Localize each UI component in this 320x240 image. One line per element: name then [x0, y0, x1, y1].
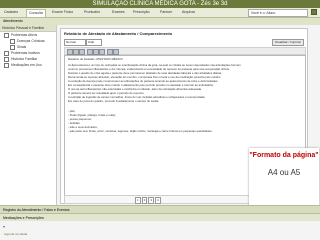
bottom-note: Agenda simulada	[4, 232, 28, 236]
folder-icon	[4, 32, 9, 38]
page-button[interactable]: 1	[135, 197, 141, 204]
window-title: SIMULAÇÃO CLÍNICA MÉDICA GOTA - Zés 3e 3…	[0, 0, 320, 8]
sidebar-item-label: Doenças Crônicas	[17, 39, 45, 43]
folder-icon	[4, 56, 9, 62]
bottom-section-1-label: Registro do Atendimento / Fatos e Evento…	[3, 208, 70, 212]
tab-prescricao[interactable]: Prescrição	[131, 9, 152, 16]
sidebar-item-label: Problemas Ativos	[11, 33, 38, 37]
callout-title: "Formato da página"	[249, 152, 319, 159]
font-select[interactable]: Arial	[86, 39, 102, 46]
page-format-callout: "Formato da página" A4 ou A5	[249, 148, 319, 206]
sidebar-item-label: Sinais	[17, 45, 27, 49]
menu-bar: Cadastro Consulta Exame Físico Prontuári…	[0, 8, 320, 18]
sidebar-item-label: Medicações em Uso	[11, 63, 42, 67]
chevron-down-icon[interactable]: ▾	[3, 224, 5, 229]
sidebar-item[interactable]: Medicações em Uso	[0, 62, 56, 68]
checkbox-icon	[10, 38, 15, 44]
bottom-area: ▾	[0, 221, 320, 240]
tab-arquivar[interactable]: Arquivar	[180, 9, 197, 16]
sub-bar: Atendimento	[0, 18, 320, 25]
sidebar: Histórico Pessoal e Familiar Problemas A…	[0, 25, 57, 205]
subbar-label: Atendimento	[3, 19, 23, 23]
page-button[interactable]: 4	[155, 197, 161, 204]
tab-cadastro[interactable]: Cadastro	[2, 9, 20, 16]
editor-line: - leite parte sem frutas, arroz, verdura…	[68, 129, 213, 133]
page-button[interactable]: 2	[141, 197, 148, 204]
sidebar-item-label: Histórico Familiar	[11, 57, 38, 61]
editor-toolbar	[64, 47, 306, 55]
grid-icon[interactable]	[311, 9, 317, 15]
editor-line: Em caso de piora do quadro, procurar ime…	[68, 99, 160, 103]
user-selector[interactable]: Você é o: Aluno	[248, 9, 308, 17]
tab-parecer[interactable]: Parecer	[158, 9, 174, 16]
page-button[interactable]: 3	[148, 197, 155, 204]
tab-exame-fisico[interactable]: Exame Físico	[50, 9, 75, 16]
sidebar-header: Histórico Pessoal e Familiar	[0, 25, 56, 32]
pager: 1234	[135, 197, 162, 204]
tab-consulta[interactable]: Consulta	[26, 9, 46, 17]
style-select[interactable]: Normal	[64, 39, 86, 46]
folder-icon	[4, 62, 9, 68]
tab-exames[interactable]: Exames	[110, 9, 127, 16]
editor-header-line: Relatório de Atestado: ATESTADO MÉDICO	[68, 57, 123, 61]
folder-icon	[4, 50, 9, 56]
checkbox-icon	[10, 44, 15, 50]
format-row: Normal Arial Visualizar / Imprimir	[64, 39, 304, 46]
tab-prontuario[interactable]: Prontuário	[82, 9, 102, 16]
sidebar-item-label: Problemas Inativos	[11, 51, 40, 55]
callout-subtitle: A4 ou A5	[267, 168, 301, 177]
print-button[interactable]: Visualizar / Imprimir	[271, 39, 304, 46]
bottom-section-2-label: Medicações e Prescrições	[3, 216, 44, 220]
panel-title: Relatório de Atestado de Afastamento / C…	[64, 31, 173, 36]
